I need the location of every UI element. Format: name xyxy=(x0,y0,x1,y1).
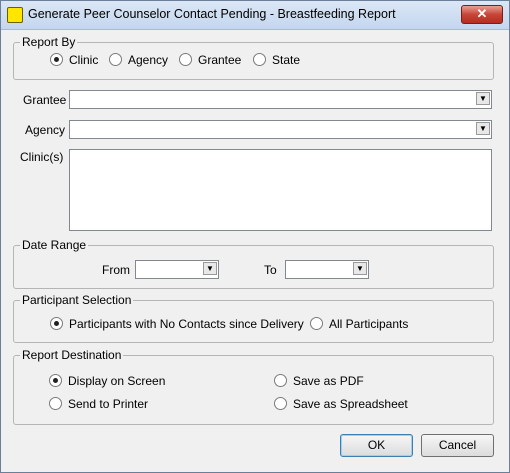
radio-clinic-label: Clinic xyxy=(69,53,99,67)
report-by-legend: Report By xyxy=(20,35,78,49)
dialog-window: Generate Peer Counselor Contact Pending … xyxy=(0,0,510,473)
cancel-button[interactable]: Cancel xyxy=(421,434,494,457)
radio-agency-label: Agency xyxy=(128,53,169,67)
radio-no-contacts[interactable]: Participants with No Contacts since Deli… xyxy=(50,317,304,331)
radio-send-printer-dot[interactable] xyxy=(49,397,62,410)
from-label: From xyxy=(102,263,130,277)
agency-label: Agency xyxy=(25,123,66,137)
chevron-down-icon[interactable]: ▼ xyxy=(476,122,490,135)
clinics-label: Clinic(s) xyxy=(20,150,64,164)
from-date-picker[interactable]: ▼ xyxy=(135,260,219,279)
agency-combo[interactable]: ▼ xyxy=(69,120,492,139)
grantee-label: Grantee xyxy=(23,93,67,107)
radio-no-contacts-dot[interactable] xyxy=(50,317,63,330)
close-button[interactable]: ✕ xyxy=(461,5,503,24)
grantee-combo[interactable]: ▼ xyxy=(69,90,492,109)
to-date-picker[interactable]: ▼ xyxy=(285,260,369,279)
participant-selection-legend: Participant Selection xyxy=(20,293,134,307)
ok-button[interactable]: OK xyxy=(340,434,413,457)
participant-selection-group: Participant Selection Participants with … xyxy=(13,293,494,343)
radio-clinic[interactable]: Clinic xyxy=(50,53,98,67)
radio-grantee-dot[interactable] xyxy=(179,53,192,66)
date-range-legend: Date Range xyxy=(20,238,89,252)
radio-display-screen[interactable]: Display on Screen xyxy=(49,374,165,388)
chevron-down-icon[interactable]: ▼ xyxy=(203,262,217,275)
radio-save-pdf-label: Save as PDF xyxy=(293,374,364,388)
radio-all-participants-label: All Participants xyxy=(329,317,409,331)
app-icon xyxy=(7,7,23,23)
radio-agency[interactable]: Agency xyxy=(109,53,168,67)
date-range-group: Date Range From ▼ To ▼ xyxy=(13,238,494,289)
window-title: Generate Peer Counselor Contact Pending … xyxy=(28,7,396,21)
title-bar[interactable]: Generate Peer Counselor Contact Pending … xyxy=(1,1,509,30)
radio-save-pdf[interactable]: Save as PDF xyxy=(274,374,364,388)
clinics-listbox[interactable] xyxy=(69,149,492,231)
radio-state-label: State xyxy=(272,53,301,67)
radio-save-spreadsheet-label: Save as Spreadsheet xyxy=(293,397,408,411)
report-by-group: Report By Clinic Agency Grantee State xyxy=(13,35,494,80)
radio-agency-dot[interactable] xyxy=(109,53,122,66)
radio-clinic-dot[interactable] xyxy=(50,53,63,66)
radio-all-participants[interactable]: All Participants xyxy=(310,317,408,331)
chevron-down-icon[interactable]: ▼ xyxy=(353,262,367,275)
to-label: To xyxy=(264,263,277,277)
radio-save-spreadsheet-dot[interactable] xyxy=(274,397,287,410)
chevron-down-icon[interactable]: ▼ xyxy=(476,92,490,105)
close-icon: ✕ xyxy=(476,6,488,21)
radio-grantee[interactable]: Grantee xyxy=(179,53,241,67)
radio-save-pdf-dot[interactable] xyxy=(274,374,287,387)
radio-grantee-label: Grantee xyxy=(198,53,242,67)
radio-state[interactable]: State xyxy=(253,53,300,67)
report-destination-group: Report Destination Display on Screen Sen… xyxy=(13,348,494,425)
radio-send-printer-label: Send to Printer xyxy=(68,397,149,411)
radio-state-dot[interactable] xyxy=(253,53,266,66)
radio-no-contacts-label: Participants with No Contacts since Deli… xyxy=(69,317,304,331)
radio-all-participants-dot[interactable] xyxy=(310,317,323,330)
radio-save-spreadsheet[interactable]: Save as Spreadsheet xyxy=(274,397,408,411)
radio-display-screen-label: Display on Screen xyxy=(68,374,166,388)
radio-display-screen-dot[interactable] xyxy=(49,374,62,387)
report-destination-legend: Report Destination xyxy=(20,348,124,362)
radio-send-printer[interactable]: Send to Printer xyxy=(49,397,148,411)
